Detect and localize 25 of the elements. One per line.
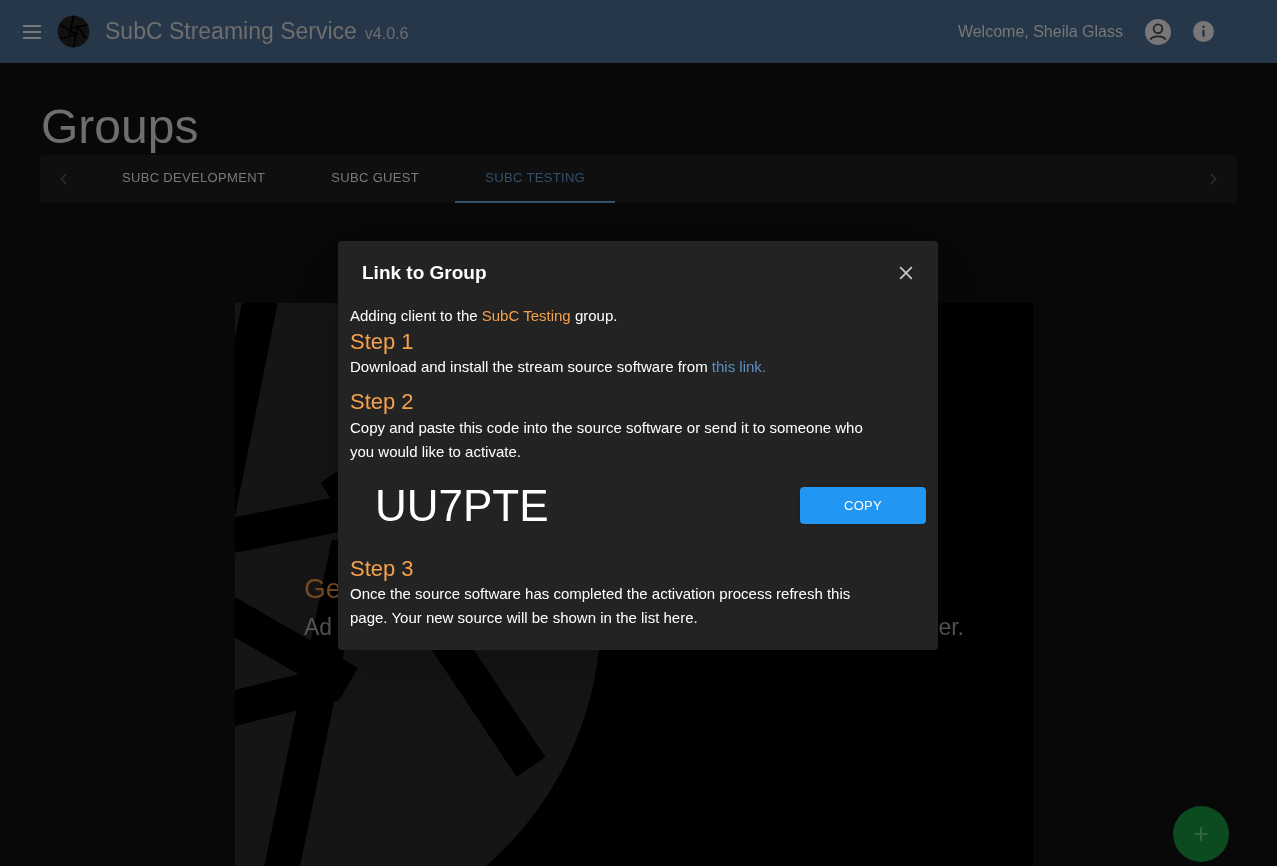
empty-state-text: er. xyxy=(938,613,964,642)
step-text: Download and install the stream source software from this link. xyxy=(350,357,768,377)
version-label: v4.0.6 xyxy=(364,23,409,44)
dialog-intro: Adding client to the SubC Testing group. xyxy=(350,306,619,326)
step-text: Once the source software has completed the activation process refresh this page. Your new source will be shown in the list here. xyxy=(350,584,852,628)
download-link[interactable]: this link. xyxy=(711,358,767,375)
page-title: Groups xyxy=(41,103,200,155)
plus-icon xyxy=(1191,824,1211,844)
group-tab[interactable]: SUBC DEVELOPMENT xyxy=(92,155,296,203)
copy-button[interactable]: COPY xyxy=(800,487,926,524)
group-tab[interactable]: SUBC GUEST xyxy=(295,155,456,203)
add-button[interactable] xyxy=(1173,806,1229,862)
welcome-text: Welcome, Sheila Glass xyxy=(957,21,1123,42)
step-heading: Step 2 xyxy=(350,388,415,416)
step-text: Copy and paste this code into the source software or send it to someone who you would like to activate. xyxy=(350,417,864,462)
account-icon[interactable] xyxy=(1145,18,1171,45)
step-heading: Step 3 xyxy=(350,554,415,582)
empty-state-text: Ad xyxy=(304,613,333,642)
step-heading: Step 1 xyxy=(350,327,415,355)
shutter-logo-icon xyxy=(57,15,90,48)
info-icon[interactable] xyxy=(1193,21,1214,42)
app-title: SubC Streaming Service xyxy=(105,17,357,47)
activation-code: UU7PTE xyxy=(375,483,549,528)
group-tab[interactable]: SUBC TESTING xyxy=(455,155,616,203)
dialog-title: Link to Group xyxy=(362,260,487,285)
